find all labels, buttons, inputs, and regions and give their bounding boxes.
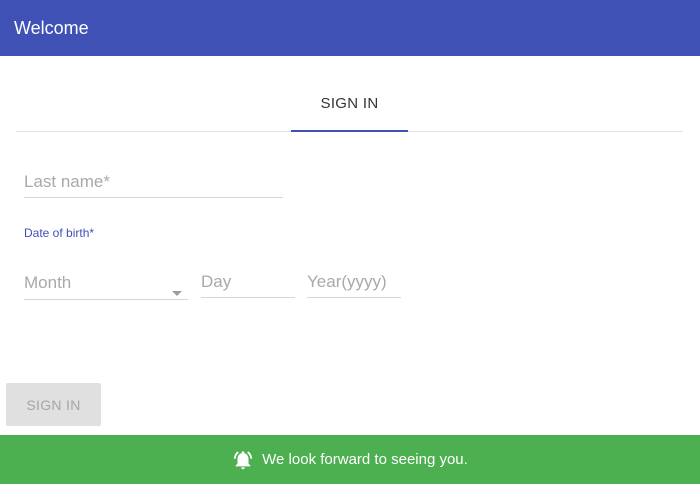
day-input[interactable] — [201, 266, 295, 298]
chevron-down-icon — [172, 291, 182, 296]
last-name-field — [24, 166, 283, 198]
snackbar: We look forward to seeing you. — [0, 435, 700, 484]
snackbar-message: We look forward to seeing you. — [262, 451, 468, 468]
last-name-input[interactable] — [24, 166, 283, 198]
sign-in-button[interactable]: SIGN IN — [6, 383, 101, 426]
tab-bar: SIGN IN — [16, 76, 683, 132]
tab-sign-in-label: SIGN IN — [320, 95, 379, 112]
app-title: Welcome — [14, 17, 89, 38]
tab-active-indicator — [291, 130, 408, 132]
day-field — [201, 266, 295, 298]
month-field: Month — [24, 268, 188, 300]
tab-sign-in[interactable]: SIGN IN — [291, 76, 408, 132]
month-select[interactable]: Month — [24, 268, 188, 300]
date-of-birth-label: Date of birth* — [24, 226, 95, 240]
year-input[interactable] — [307, 266, 401, 298]
year-field — [307, 266, 401, 298]
month-select-placeholder: Month — [24, 273, 72, 292]
app-bar: Welcome — [0, 0, 700, 56]
app-root: Welcome SIGN IN Date of birth* Month SIG… — [0, 0, 700, 484]
bell-icon — [234, 450, 253, 469]
